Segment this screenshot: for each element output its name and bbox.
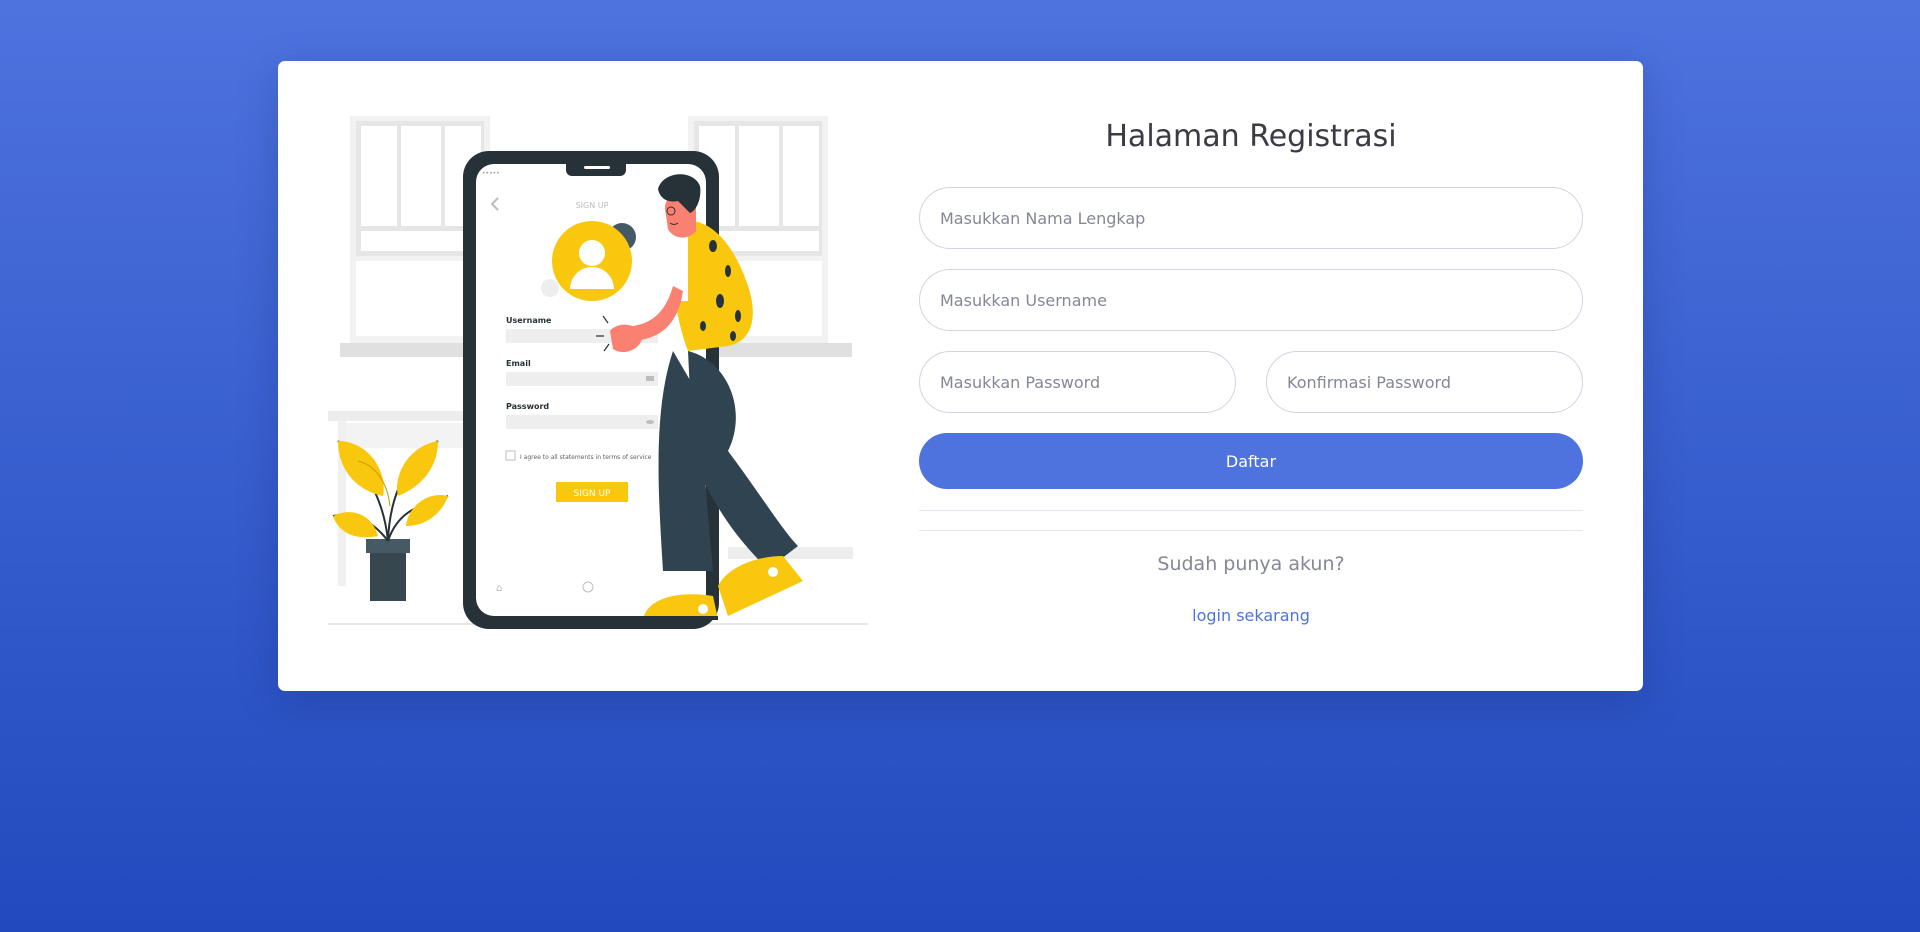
register-button[interactable]: Daftar xyxy=(919,433,1583,489)
password-input[interactable] xyxy=(919,351,1236,413)
phone-email-label: Email xyxy=(506,359,531,368)
svg-text:•••••: ••••• xyxy=(482,170,500,177)
registration-card: ••••• SIGN UP Username Email Password I … xyxy=(278,61,1643,691)
fullname-input[interactable] xyxy=(919,187,1583,249)
divider-top xyxy=(919,510,1583,511)
username-row xyxy=(919,269,1583,331)
password-row xyxy=(919,351,1583,413)
phone-title-text: SIGN UP xyxy=(576,201,609,210)
registration-form: Halaman Registrasi Daftar Sudah punya ak… xyxy=(919,111,1583,625)
login-now-link[interactable]: login sekarang xyxy=(1192,606,1310,625)
username-input[interactable] xyxy=(919,269,1583,331)
signup-illustration: ••••• SIGN UP Username Email Password I … xyxy=(328,116,868,629)
submit-row: Daftar xyxy=(919,433,1583,489)
phone-username-label: Username xyxy=(506,316,552,325)
plant-illustration xyxy=(332,440,449,601)
page-title: Halaman Registrasi xyxy=(1105,119,1397,154)
divider-bottom xyxy=(919,530,1583,531)
confirm-password-input[interactable] xyxy=(1266,351,1583,413)
phone-password-label: Password xyxy=(506,402,549,411)
fullname-row xyxy=(919,187,1583,249)
have-account-question: Sudah punya akun? xyxy=(1157,553,1345,575)
phone-agree-text: I agree to all statements in terms of se… xyxy=(520,454,652,461)
svg-text:⌂: ⌂ xyxy=(496,583,502,594)
login-link-container: login sekarang xyxy=(919,606,1583,625)
phone-signup-button-text: SIGN UP xyxy=(574,489,612,499)
